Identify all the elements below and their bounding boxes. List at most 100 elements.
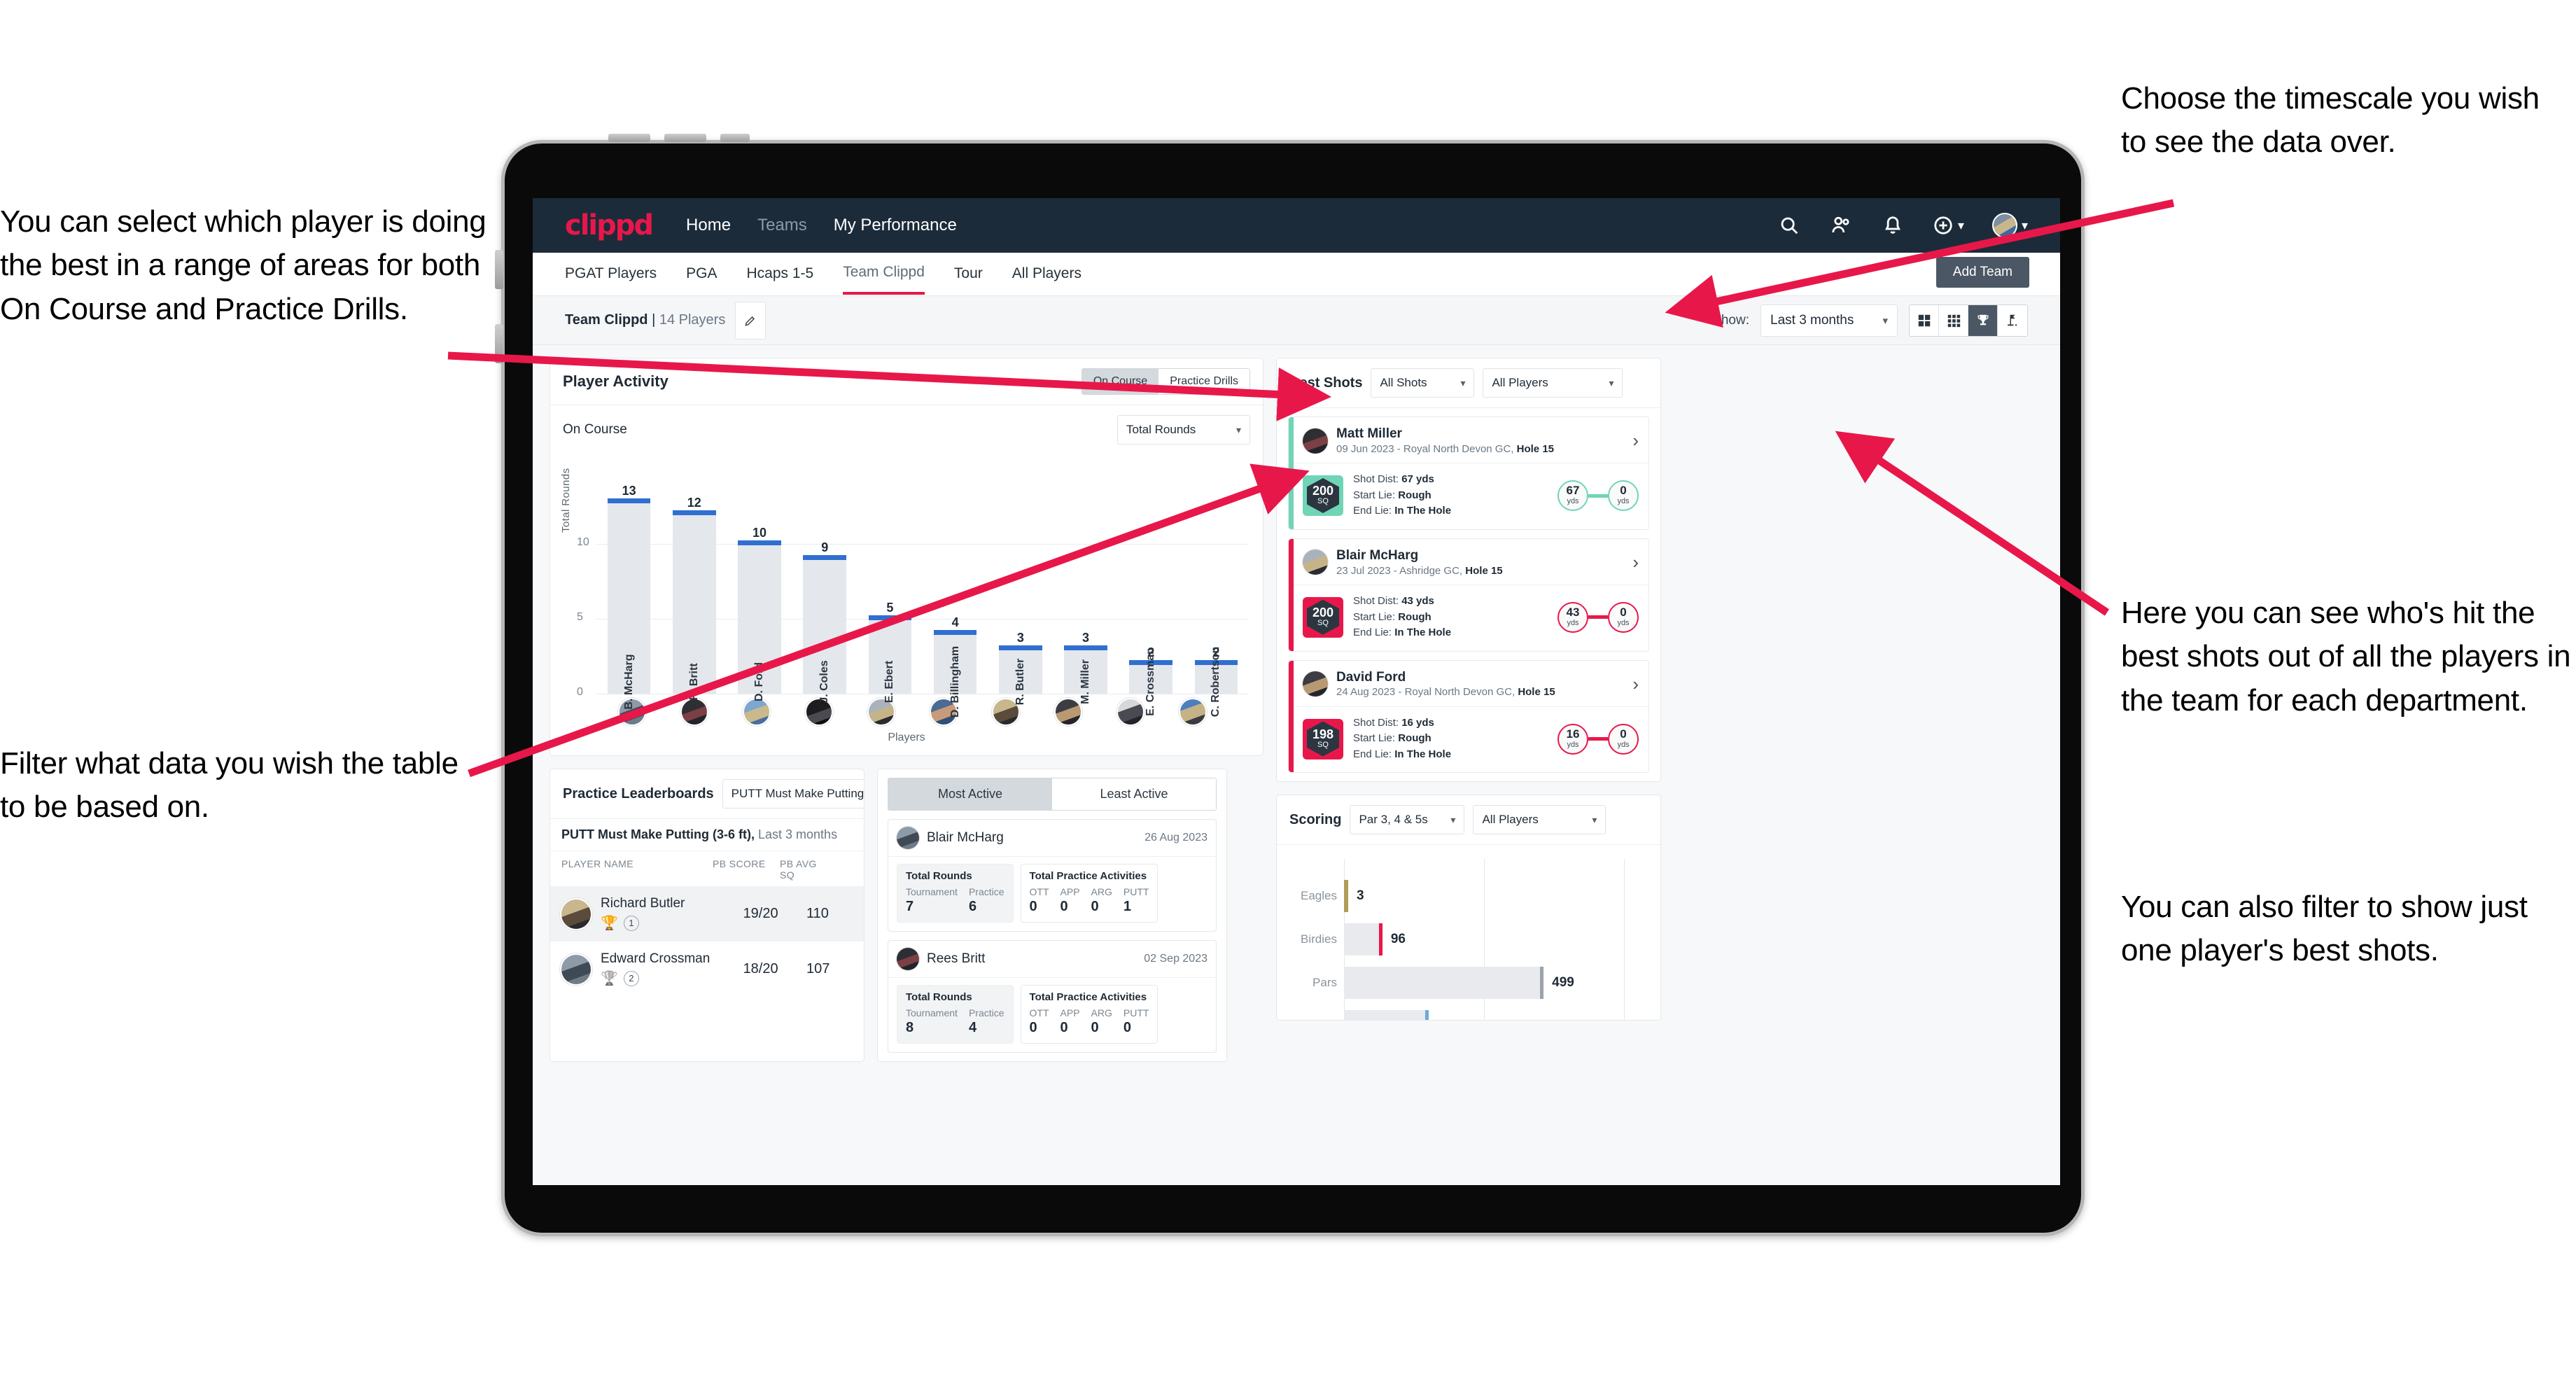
stat-column: PUTT 0 [1124, 1007, 1149, 1036]
stat-label: ARG [1091, 886, 1112, 897]
grid-3x3-icon [1947, 314, 1960, 327]
avatar[interactable] [742, 698, 771, 726]
scoring-value: 211 [1429, 1018, 1459, 1020]
add-team-button[interactable]: Add Team [1935, 257, 2029, 288]
tab-hcaps-1-5[interactable]: Hcaps 1-5 [746, 255, 813, 293]
chart-bar-slot: 3 R. Butler [988, 484, 1053, 705]
grid-3x3-view-button[interactable] [1939, 304, 1968, 336]
best-shot-body: 200 SQ Shot Dist: 67 yds Start Lie: Rough En… [1289, 463, 1648, 529]
shots-filter-select[interactable]: All Shots ▾ [1371, 368, 1475, 398]
chevron-right-icon[interactable]: › [1632, 673, 1639, 695]
best-shot-body: 200 SQ Shot Dist: 43 yds Start Lie: Rough En… [1289, 585, 1648, 651]
clippd-logo[interactable]: clippd [565, 209, 654, 241]
stat-label: OTT [1029, 886, 1049, 897]
tab-all-players[interactable]: All Players [1012, 255, 1082, 293]
stat-label: Practice [968, 886, 1004, 897]
scoring-bar[interactable] [1344, 923, 1382, 956]
start-lie-value: Rough [1398, 489, 1432, 501]
chart-y-axis-label: Total Rounds [560, 468, 572, 533]
segment-practice-drills[interactable]: Practice Drills [1158, 369, 1250, 394]
people-icon[interactable] [1829, 214, 1853, 237]
nav-link-my-performance[interactable]: My Performance [834, 216, 957, 235]
shot-distance-row: Shot Dist: 43 yds [1353, 594, 1451, 610]
table-row[interactable]: Richard Butler 🏆 1 19/20 110 [550, 886, 864, 941]
search-icon[interactable] [1777, 214, 1801, 237]
total-rounds-box: Total Rounds Tournament 8 Practice 4 [897, 985, 1014, 1044]
column-pb-score: PB SCORE [713, 858, 766, 869]
stat-value: 0 [1123, 1020, 1131, 1035]
scoring-bar[interactable] [1344, 880, 1348, 913]
activity-card-header: Rees Britt 02 Sep 2023 [888, 941, 1216, 978]
end-lie-value: In The Hole [1394, 748, 1452, 760]
best-shot-body: 198 SQ Shot Dist: 16 yds Start Lie: Rough En… [1289, 707, 1648, 773]
tab-team-clippd[interactable]: Team Clippd [843, 254, 925, 295]
scoring-bar[interactable] [1344, 967, 1544, 1000]
stat-value: 0 [1091, 1020, 1099, 1035]
tab-most-active[interactable]: Most Active [888, 778, 1052, 810]
hexagon-badge: 200 SQ [1307, 478, 1339, 513]
stat-label: Practice [968, 1007, 1004, 1018]
scoring-bar[interactable] [1344, 1010, 1429, 1021]
chevron-right-icon[interactable]: › [1632, 552, 1639, 573]
shot-end-distance-unit: yds [1617, 497, 1630, 506]
best-shots-list: Matt Miller 09 Jun 2023 - Royal North Dev… [1277, 416, 1660, 774]
shot-end-distance-unit: yds [1617, 619, 1630, 628]
tab-least-active[interactable]: Least Active [1052, 778, 1216, 810]
chart-bar-value: 3 [1016, 630, 1024, 645]
scoring-row: Pars 499 [1289, 967, 1648, 1000]
player-activity-title: Player Activity [563, 372, 668, 390]
scoring-category-label: Bogeys [1289, 1019, 1344, 1020]
shot-distance-label: Shot Dist: [1353, 473, 1402, 486]
scoring-value: 96 [1390, 932, 1406, 947]
best-shot-details: Shot Dist: 67 yds Start Lie: Rough End Lie… [1353, 472, 1451, 519]
par-filter-select[interactable]: Par 3, 4 & 5s ▾ [1350, 805, 1465, 835]
best-shot-header: Blair McHarg 23 Jul 2023 - Ashridge GC, H… [1289, 539, 1648, 585]
scoring-players-filter-select[interactable]: All Players ▾ [1473, 805, 1606, 835]
avatar [1991, 213, 2017, 238]
best-shot-player-name: Blair McHarg [1336, 547, 1419, 563]
best-shot-card[interactable]: Matt Miller 09 Jun 2023 - Royal North Dev… [1288, 416, 1649, 530]
scoring-header: Scoring Par 3, 4 & 5s ▾ All Players ▾ [1277, 795, 1660, 846]
best-shot-player-name: Matt Miller [1336, 426, 1402, 441]
players-filter-select[interactable]: All Players ▾ [1483, 368, 1623, 398]
plus-circle-icon[interactable]: ▾ [1933, 214, 1964, 237]
segment-on-course[interactable]: On Course [1082, 369, 1159, 394]
avatar[interactable] [1116, 698, 1144, 726]
shot-distance-connector [1588, 737, 1608, 741]
trophy-icon [1977, 314, 1989, 325]
golf-flag-view-button[interactable] [1998, 304, 2027, 336]
app-screen: clippd Home Teams My Performance ▾ ▾ PGA… [533, 198, 2060, 1185]
activity-player-card[interactable]: Blair McHarg 26 Aug 2023 Total Rounds Tourn… [888, 819, 1217, 932]
end-lie-value: In The Hole [1394, 505, 1452, 517]
tab-pgat-players[interactable]: PGAT Players [565, 255, 657, 293]
stat-value: 1 [1123, 899, 1131, 914]
tab-tour[interactable]: Tour [954, 255, 983, 293]
total-rounds-values: Tournament 7 Practice 6 [906, 886, 1004, 915]
avatar[interactable] [680, 698, 708, 726]
activity-tabs: Most Active Least Active [888, 778, 1217, 811]
avatar[interactable] [1054, 698, 1082, 726]
best-shot-header: David Ford 24 Aug 2023 - Royal North Devo… [1289, 661, 1648, 707]
practice-leaderboards-card: Practice Leaderboards PUTT Must Make Put… [550, 769, 864, 1062]
pencil-icon [745, 316, 755, 326]
tab-pga[interactable]: PGA [686, 255, 717, 293]
start-lie-label: Start Lie: [1353, 732, 1399, 745]
chevron-down-icon: ▾ [1882, 314, 1888, 327]
nav-link-teams[interactable]: Teams [757, 216, 807, 235]
table-row[interactable]: Edward Crossman 🏆 2 18/20 107 [550, 941, 864, 997]
edit-team-button[interactable] [735, 301, 766, 340]
trophy-view-button[interactable] [1968, 304, 1998, 336]
nav-link-home[interactable]: Home [686, 216, 731, 235]
best-shot-card[interactable]: David Ford 24 Aug 2023 - Royal North Devo… [1288, 659, 1649, 774]
metric-select[interactable]: Total Rounds ▾ [1117, 415, 1250, 444]
period-select[interactable]: Last 3 months ▾ [1760, 304, 1898, 337]
chevron-right-icon[interactable]: › [1632, 430, 1639, 451]
bell-icon[interactable] [1881, 214, 1905, 237]
drill-select[interactable]: PUTT Must Make Putting ... ▾ [722, 779, 864, 808]
activity-player-card[interactable]: Rees Britt 02 Sep 2023 Total Rounds Tournam… [888, 940, 1217, 1053]
grid-2x2-view-button[interactable] [1910, 304, 1939, 336]
user-avatar-menu[interactable]: ▾ [1991, 213, 2028, 238]
chart-avatar-slot [663, 698, 725, 726]
avatar[interactable] [1178, 698, 1207, 726]
best-shot-card[interactable]: Blair McHarg 23 Jul 2023 - Ashridge GC, H… [1288, 538, 1649, 652]
